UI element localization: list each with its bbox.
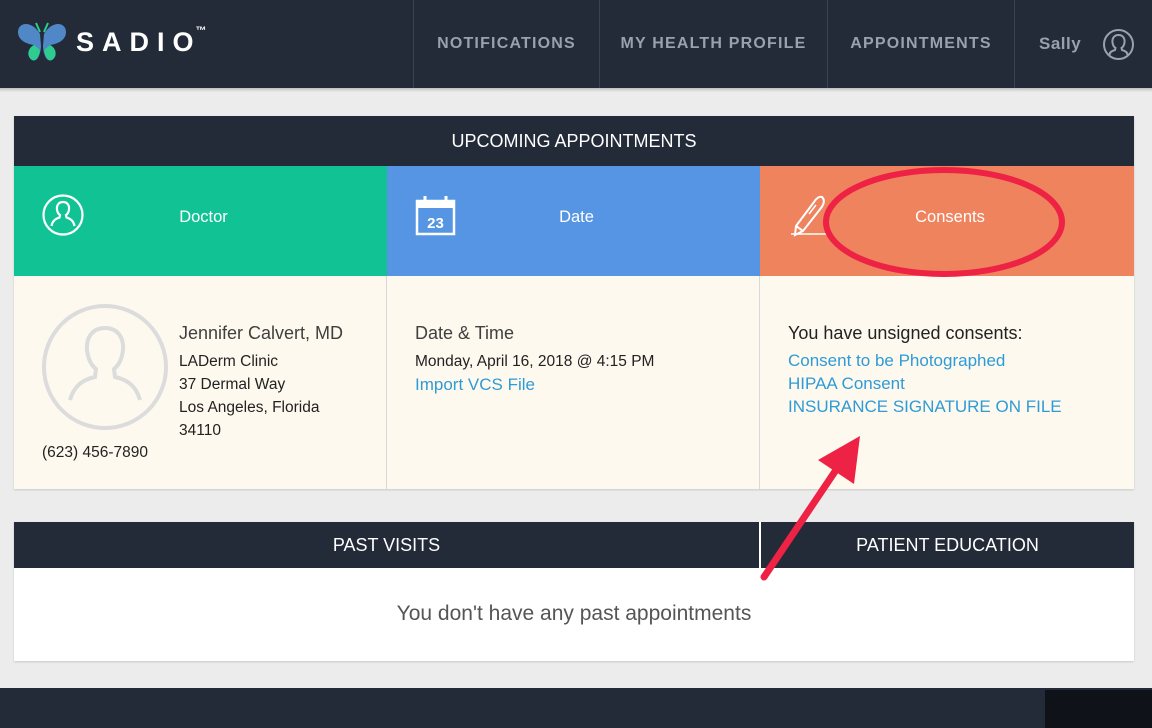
tab-patient-education[interactable]: PATIENT EDUCATION bbox=[761, 522, 1134, 568]
no-past-appointments-message: You don't have any past appointments bbox=[396, 602, 752, 625]
clinic-name: LADerm Clinic bbox=[179, 353, 279, 370]
brand-name: SADIO bbox=[76, 26, 202, 57]
doctor-phone: (623) 456-7890 bbox=[42, 444, 148, 461]
past-visits-card: PAST VISITS PATIENT EDUCATION You don't … bbox=[14, 522, 1134, 661]
consent-link-photographed[interactable]: Consent to be Photographed bbox=[788, 351, 1005, 371]
nav-user-menu[interactable]: Sally bbox=[1014, 0, 1152, 88]
consents-column-label: Consents bbox=[915, 208, 985, 226]
footer-bar bbox=[0, 688, 1152, 728]
header-shadow bbox=[0, 88, 1152, 92]
upcoming-appointments-title: UPCOMING APPOINTMENTS bbox=[14, 116, 1134, 166]
consent-link-hipaa[interactable]: HIPAA Consent bbox=[788, 374, 905, 394]
brand-logo[interactable]: SADIO ™ bbox=[14, 18, 207, 66]
doctor-column-label: Doctor bbox=[179, 208, 228, 226]
clinic-city: Los Angeles, Florida bbox=[179, 399, 320, 416]
upcoming-appointments-card: UPCOMING APPOINTMENTS Doctor 23 Date Con… bbox=[14, 116, 1134, 489]
import-vcs-link[interactable]: Import VCS File bbox=[415, 375, 535, 395]
nav-appointments[interactable]: APPOINTMENTS bbox=[827, 0, 1014, 88]
nav-my-health-profile[interactable]: MY HEALTH PROFILE bbox=[599, 0, 827, 88]
footer-dark-block bbox=[1045, 690, 1152, 728]
avatar-placeholder-icon bbox=[42, 304, 168, 430]
doctor-details: Jennifer Calvert, MD LADerm Clinic 37 De… bbox=[14, 276, 387, 489]
consents-column-header: Consents bbox=[760, 166, 1134, 276]
doctor-column-header: Doctor bbox=[14, 166, 387, 276]
trademark-symbol: ™ bbox=[195, 25, 207, 37]
consents-details: You have unsigned consents: Consent to b… bbox=[760, 276, 1134, 489]
consent-link-insurance-signature[interactable]: INSURANCE SIGNATURE ON FILE bbox=[788, 397, 1062, 417]
date-column-header: 23 Date bbox=[387, 166, 760, 276]
tab-past-visits[interactable]: PAST VISITS bbox=[14, 522, 759, 568]
butterfly-logo-icon bbox=[18, 22, 66, 61]
clinic-zip: 34110 bbox=[179, 422, 221, 439]
datetime-title: Date & Time bbox=[415, 323, 515, 343]
nav-notifications[interactable]: NOTIFICATIONS bbox=[413, 0, 599, 88]
datetime-value: Monday, April 16, 2018 @ 4:15 PM bbox=[415, 353, 655, 370]
unsigned-consents-title: You have unsigned consents: bbox=[788, 323, 1023, 343]
top-navigation-bar: SADIO ™ NOTIFICATIONS MY HEALTH PROFILE … bbox=[0, 0, 1152, 88]
date-column-label: Date bbox=[559, 208, 594, 226]
user-avatar-icon bbox=[1103, 29, 1134, 60]
clinic-street: 37 Dermal Way bbox=[179, 376, 286, 393]
appointment-datetime: Date & Time Monday, April 16, 2018 @ 4:1… bbox=[387, 276, 760, 489]
doctor-name: Jennifer Calvert, MD bbox=[179, 323, 344, 343]
user-name: Sally bbox=[1039, 34, 1082, 53]
